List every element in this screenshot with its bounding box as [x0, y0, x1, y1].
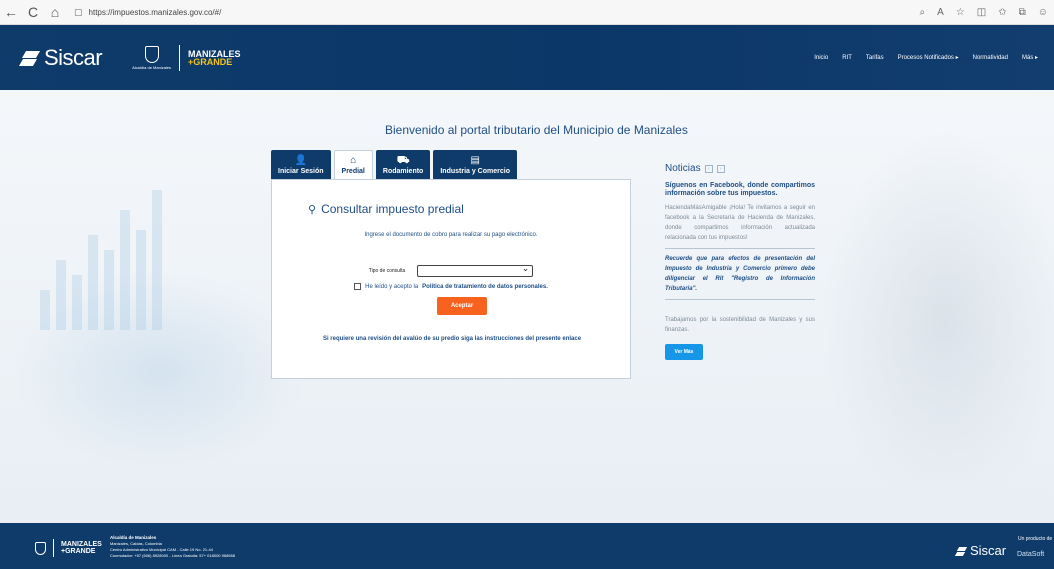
zoom-icon[interactable]: ⌕	[920, 7, 926, 18]
query-type-label: Tipo de consulta	[368, 268, 406, 274]
ver-mas-button[interactable]: Ver Más	[665, 344, 703, 360]
browser-toolbar: ← C ⌂ ▢ https://impuestos.manizales.gov.…	[0, 0, 1054, 25]
tab-label: Rodamiento	[382, 167, 424, 175]
query-type-select[interactable]	[417, 263, 534, 277]
nav-normatividad[interactable]: Normatividad	[973, 55, 1008, 61]
logo-divider	[179, 44, 181, 71]
footer-producto: Un producto de	[1018, 536, 1053, 542]
footer-line: Conmutador: +57 (606) 8928000 - Línea Gr…	[110, 553, 235, 558]
siscar-logo[interactable]: Siscar	[20, 44, 103, 71]
back-icon[interactable]: ←	[0, 1, 22, 23]
siscar-mark-icon	[955, 545, 967, 557]
manizales-line2: +GRANDE	[61, 548, 96, 555]
news-header: Noticias ‹ ›	[665, 163, 815, 174]
footer-title: Alcaldía de Manizales	[110, 535, 157, 540]
lock-icon: ▢	[74, 6, 83, 17]
nav-tarifas[interactable]: Tarifas	[866, 55, 884, 61]
refresh-icon[interactable]: C	[22, 1, 44, 23]
next-icon[interactable]: ›	[716, 164, 725, 173]
person-icon: 👤	[294, 154, 307, 166]
profile-icon[interactable]: ☺	[1038, 7, 1048, 18]
document-icon: ▤	[470, 154, 480, 166]
tab-rodamiento[interactable]: ⛟ Rodamiento	[375, 150, 431, 180]
alcaldia-text: Alcaldía de Manizales	[132, 64, 172, 70]
split-icon[interactable]: ◫	[977, 7, 986, 18]
collections-icon[interactable]: ⧉	[1019, 7, 1026, 18]
tab-label: Predial	[341, 168, 365, 175]
favorites-icon[interactable]: ✩	[998, 7, 1006, 18]
favorite-icon[interactable]: ☆	[956, 7, 965, 18]
prev-icon[interactable]: ‹	[704, 164, 713, 173]
datasoft-logo: DataSoft	[1017, 551, 1045, 558]
top-nav: Inicio RIT Tarifas Procesos Notificados …	[814, 25, 1038, 90]
background-decoration	[820, 130, 1054, 510]
news-sustainability: Trabajamos por la sostenibilidad de Mani…	[665, 317, 815, 333]
url-text: https://impuestos.manizales.gov.co/#/	[88, 7, 222, 17]
browser-tools: ⌕ A ☆ ◫ ✩ ⧉ ☺	[920, 0, 1048, 25]
form-title-text: Consultar impuesto predial	[321, 202, 464, 216]
nav-rit[interactable]: RIT	[842, 55, 852, 61]
home-icon[interactable]: ⌂	[44, 1, 66, 23]
footer-brand: Siscar	[970, 543, 1007, 558]
alcaldia-logo: Alcaldía de Manizales	[132, 45, 172, 70]
form-subtitle: Ingrese el documento de cobro para reali…	[364, 232, 538, 238]
terms-checkbox[interactable]	[354, 283, 362, 290]
tab-label: Iniciar Sesión	[278, 167, 324, 175]
news-panel: Noticias ‹ › Síguenos en Facebook, donde…	[665, 163, 815, 360]
manizales-line2: +GRANDE	[188, 56, 233, 67]
car-icon: ⛟	[396, 154, 410, 166]
news-body: HaciendaMásAmigable ¡Hola! Te invitamos …	[665, 205, 815, 241]
home-icon: ⌂	[350, 155, 357, 166]
manizales-line1: MANIZALES	[61, 541, 102, 548]
siscar-mark-icon	[20, 48, 40, 68]
nav-procesos[interactable]: Procesos Notificados ▸	[898, 54, 959, 61]
tab-bar: 👤 Iniciar Sesión ⌂ Predial ⛟ Rodamiento …	[271, 150, 517, 180]
tab-label: Industria y Comercio	[440, 167, 510, 175]
news-headline: Síguenos en Facebook, donde compartimos …	[665, 182, 815, 197]
search-icon: ⚲	[308, 203, 317, 216]
tab-industria-comercio[interactable]: ▤ Industria y Comercio	[433, 150, 517, 180]
footer-contact: Alcaldía de Manizales Manizales, Caldas,…	[110, 535, 235, 559]
accept-button[interactable]: Aceptar	[437, 297, 487, 315]
footer-siscar-logo: Siscar	[955, 543, 1006, 558]
site-header: Siscar Alcaldía de Manizales MANIZALES +…	[0, 25, 1054, 90]
terms-row: He leído y acepto la Política de tratami…	[272, 283, 630, 290]
footer-logos: MANIZALES +GRANDE	[35, 539, 102, 557]
site-footer: MANIZALES +GRANDE Alcaldía de Manizales …	[0, 523, 1054, 569]
news-divider	[665, 299, 815, 300]
form-title: ⚲ Consultar impuesto predial	[308, 202, 464, 216]
tab-predial[interactable]: ⌂ Predial	[333, 150, 373, 180]
logo-divider	[53, 539, 54, 557]
read-aloud-icon[interactable]: A	[937, 7, 944, 18]
nav-inicio[interactable]: Inicio	[814, 55, 828, 61]
manizales-logo: MANIZALES +GRANDE	[61, 541, 102, 555]
terms-link[interactable]: Política de tratamiento de datos persona…	[422, 284, 548, 290]
manizales-logo: MANIZALES +GRANDE	[188, 49, 241, 67]
page-title: Bienvenido al portal tributario del Muni…	[385, 123, 688, 137]
nav-mas[interactable]: Más ▸	[1022, 54, 1038, 61]
shield-icon	[144, 45, 159, 63]
shield-icon	[35, 541, 46, 555]
predial-form-card: ⚲ Consultar impuesto predial Ingrese el …	[271, 179, 631, 379]
terms-text: He leído y acepto la	[365, 283, 419, 290]
query-row: Tipo de consulta	[272, 263, 630, 277]
news-reminder: Recuerde que para efectos de presentació…	[665, 256, 815, 292]
news-title: Noticias	[665, 163, 701, 174]
appraisal-notice[interactable]: Si requiere una revisión del avalúo de s…	[312, 335, 592, 343]
siscar-brand: Siscar	[44, 44, 103, 70]
news-divider	[665, 248, 815, 249]
tab-iniciar-sesion[interactable]: 👤 Iniciar Sesión	[271, 150, 331, 180]
address-bar[interactable]: ▢ https://impuestos.manizales.gov.co/#/	[74, 7, 221, 18]
